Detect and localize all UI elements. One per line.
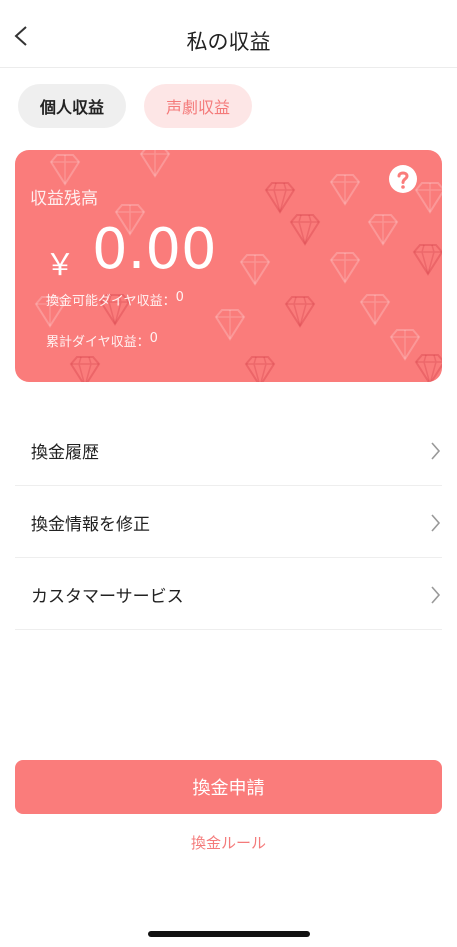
- chevron-right-icon: [431, 442, 441, 460]
- tab-personal-earnings[interactable]: 個人収益: [18, 84, 127, 128]
- withdrawal-rules-link[interactable]: 換金ルール: [0, 832, 457, 853]
- help-button[interactable]: [389, 165, 417, 193]
- chevron-right-icon: [431, 586, 441, 604]
- menu-item-label: 換金履歴: [31, 443, 99, 463]
- exchangeable-label: 換金可能ダイヤ収益：: [46, 294, 176, 309]
- cumulative-value: 0: [149, 331, 158, 346]
- menu-item-withdrawal-history[interactable]: 換金履歴: [15, 414, 442, 486]
- balance-label: 収益残高: [30, 189, 98, 209]
- nav-header: 私の収益: [0, 0, 457, 68]
- earnings-tabs: 個人収益 声劇収益: [18, 84, 253, 128]
- menu-item-label: カスタマーサービス: [31, 587, 184, 607]
- question-icon: [397, 171, 409, 189]
- page-title: 私の収益: [186, 30, 271, 54]
- balance-amount: 0.00: [92, 217, 217, 282]
- chevron-right-icon: [431, 514, 441, 532]
- exchangeable-value: 0: [175, 290, 184, 305]
- cumulative-diamond-earnings: 累計ダイヤ収益： 0: [46, 331, 158, 350]
- currency-symbol: ￥: [45, 248, 75, 283]
- menu-item-customer-service[interactable]: カスタマーサービス: [15, 558, 442, 630]
- menu-item-edit-withdrawal-info[interactable]: 換金情報を修正: [15, 486, 442, 558]
- menu-item-label: 換金情報を修正: [31, 515, 150, 535]
- tab-voice-drama-earnings[interactable]: 声劇収益: [144, 84, 253, 128]
- exchangeable-diamond-earnings: 換金可能ダイヤ収益： 0: [46, 290, 184, 309]
- withdraw-request-button[interactable]: 換金申請: [15, 760, 442, 814]
- cumulative-label: 累計ダイヤ収益：: [46, 335, 150, 350]
- home-indicator[interactable]: [148, 931, 310, 937]
